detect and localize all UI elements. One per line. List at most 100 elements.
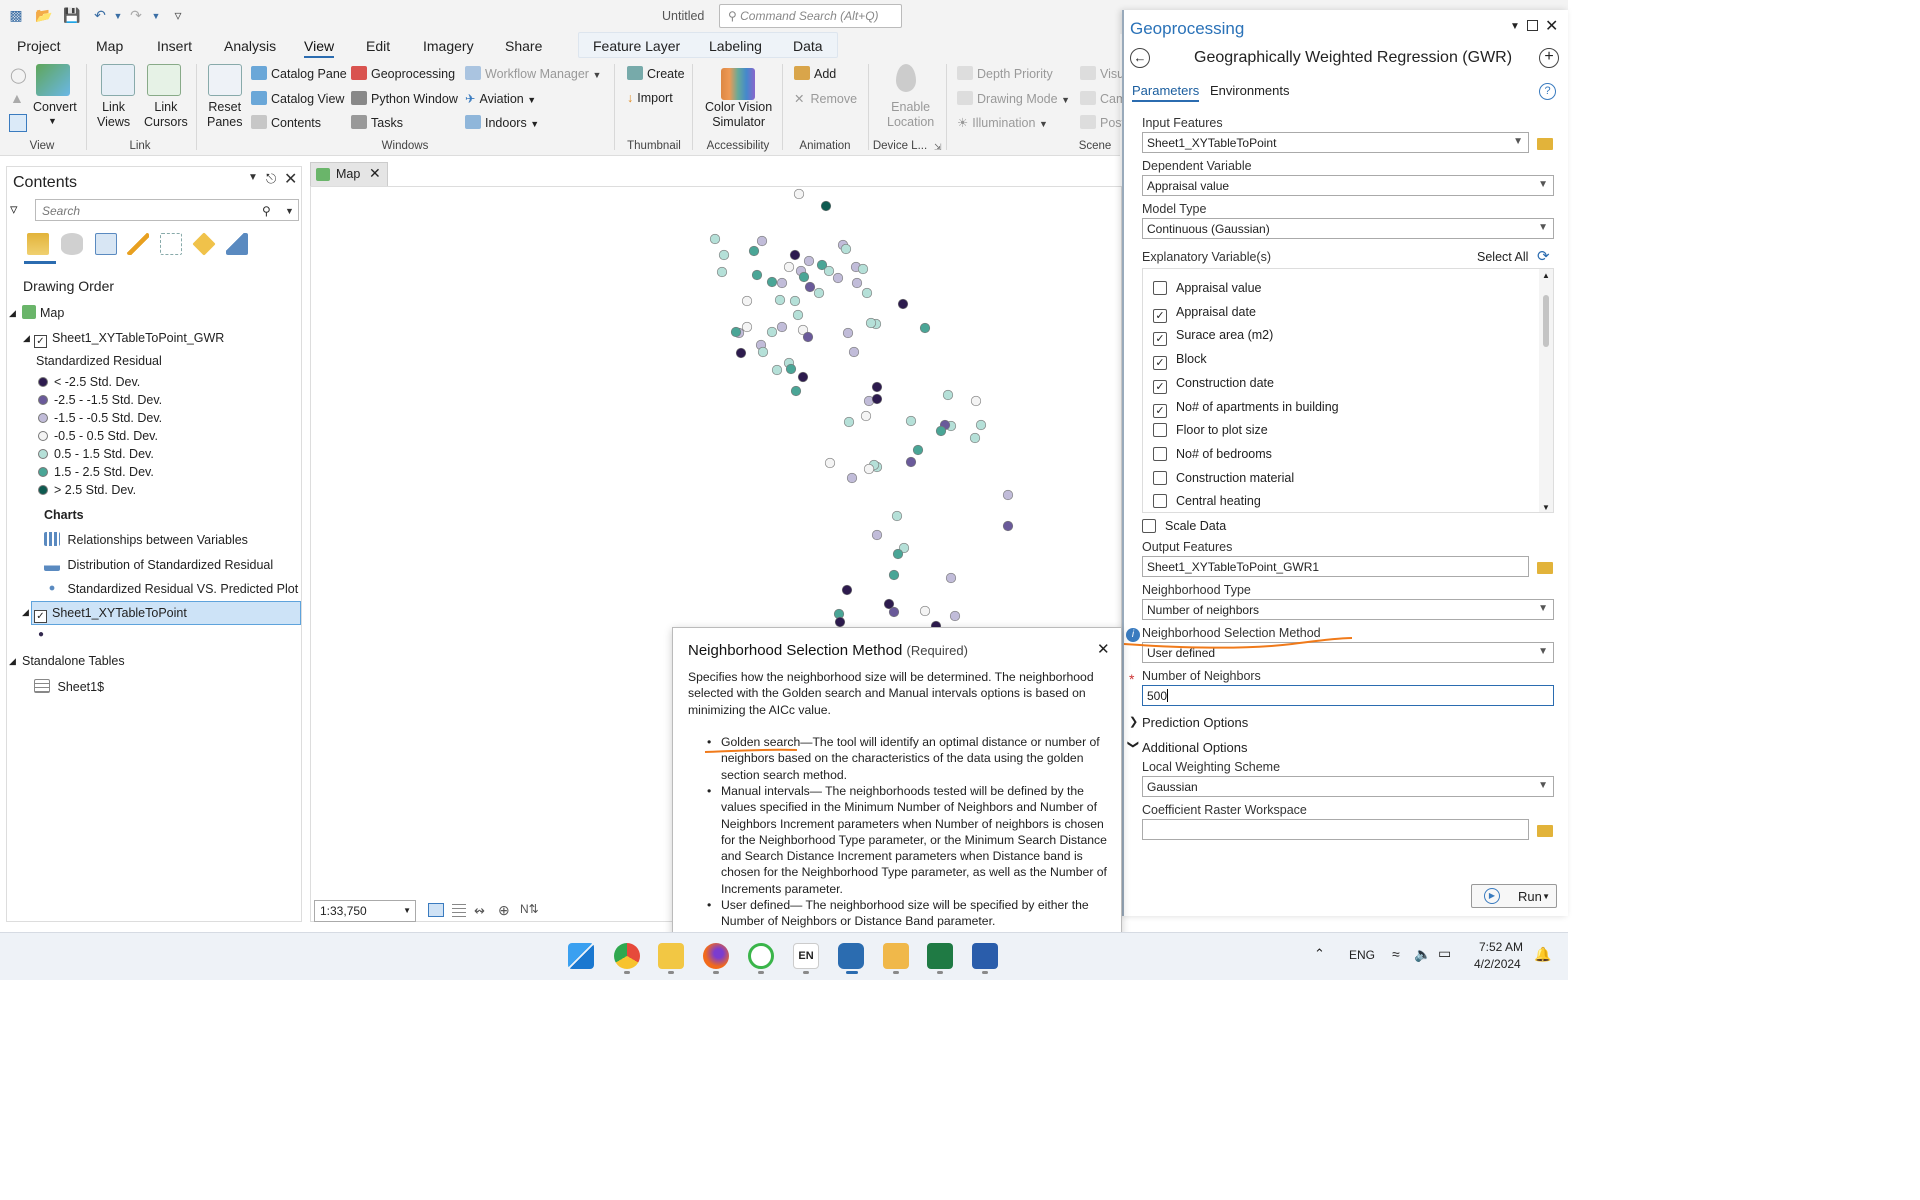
undo-icon[interactable]: ↶ [90,7,110,25]
tab-labeling[interactable]: Labeling [709,38,762,54]
wifi-icon[interactable]: ≈ [1392,946,1400,962]
contents-search-input[interactable]: Search ⚲ ▼ [35,199,299,221]
explanatory-variable-checkbox[interactable]: ✓ [1153,403,1167,418]
convert-dropdown-icon[interactable]: ▼ [48,116,57,126]
explanatory-variable-item[interactable]: No# of bedrooms [1153,446,1272,461]
close-icon[interactable]: ✕ [1545,16,1558,36]
explanatory-variable-item[interactable]: Floor to plot size [1153,423,1268,438]
link-cursors-icon[interactable] [147,64,181,96]
illumination-button[interactable]: ☀ Illumination ▼ [957,115,1048,130]
scale-selector[interactable]: 1:33,750 ▼ [314,900,416,922]
select-all-button[interactable]: Select All [1477,250,1528,264]
clock-time[interactable]: 7:52 AM [1479,940,1523,954]
refresh-icon[interactable]: ⟳ [1537,247,1550,265]
tab-feature-layer[interactable]: Feature Layer [593,38,680,54]
constraints-icon[interactable]: ↭ [474,903,485,919]
explanatory-variable-checkbox[interactable]: ✓ [1153,308,1167,323]
camera-button[interactable]: Cam [1080,91,1126,106]
redo-icon[interactable]: ↷ [126,7,146,25]
save-icon[interactable]: 💾 [62,7,82,25]
color-vision-simulator-button[interactable]: Color Vision Simulator [705,100,772,130]
map-view-icon[interactable] [9,114,27,132]
list-by-source-icon[interactable] [61,233,83,255]
convert-icon[interactable] [36,64,70,96]
legend-item[interactable]: 0.5 - 1.5 Std. Dev. [38,447,154,461]
explanatory-variable-checkbox[interactable] [1153,446,1167,461]
reset-panes-icon[interactable] [208,64,242,96]
tab-data[interactable]: Data [793,38,823,54]
collapse-additional-icon[interactable]: ❯ [1127,740,1140,749]
link-cursors-button[interactable]: Link Cursors [144,100,188,130]
dialog-launcher-icon[interactable]: ⇲ [934,142,942,153]
close-icon[interactable]: ✕ [284,169,297,189]
customize-toolbar-icon[interactable]: ▿ [168,7,188,25]
list-by-labeling-icon[interactable] [192,232,216,256]
explanatory-variable-item[interactable]: ✓ Block [1153,352,1207,371]
arcgis-pro-icon[interactable] [838,943,864,969]
layer-gwr[interactable]: ✓ Sheet1_XYTableToPoint_GWR [34,331,224,348]
battery-icon[interactable]: ▭ [1438,945,1451,962]
help-icon[interactable]: ? [1539,83,1556,100]
pane-options-icon[interactable]: ▼ [248,172,258,183]
workflow-manager-button[interactable]: Workflow Manager ▼ [465,66,601,81]
post-button[interactable]: Post [1080,115,1125,130]
browse-folder-icon[interactable] [1537,825,1553,837]
explanatory-variable-item[interactable]: ✓ Surace area (m2) [1153,328,1273,347]
dependent-variable-select[interactable]: Appraisal value ▼ [1142,175,1554,196]
grid-icon[interactable] [452,903,466,917]
tab-share[interactable]: Share [505,38,542,54]
reset-panes-button[interactable]: Reset Panes [207,100,242,130]
tab-imagery[interactable]: Imagery [423,38,474,54]
table-sheet1[interactable]: Sheet1$ [34,679,104,694]
tab-project[interactable]: Project [17,38,61,54]
neighborhood-type-select[interactable]: Number of neighbors ▼ [1142,599,1554,620]
language-app-icon[interactable]: EN [793,943,819,969]
explanatory-variable-item[interactable]: ✓ Appraisal date [1153,305,1256,323]
map-tab[interactable]: Map ✕ [310,162,388,186]
photos-icon[interactable] [883,943,909,969]
expand-tables-icon[interactable]: ◢ [9,656,16,667]
pane-options-icon[interactable]: ▼ [1510,21,1520,32]
explanatory-variable-checkbox[interactable]: ✓ [1153,332,1167,347]
tab-edit[interactable]: Edit [366,38,390,54]
scene-icon[interactable]: ▲ [10,90,24,106]
undo-dropdown-icon[interactable]: ▼ [108,11,128,29]
explanatory-variable-item[interactable]: Construction material [1153,470,1294,485]
link-views-icon[interactable] [101,64,135,96]
notifications-icon[interactable]: 🔔 [1534,946,1551,963]
visu-button[interactable]: Visu [1080,66,1124,81]
command-search-input[interactable]: ⚲ Command Search (Alt+Q) [719,4,902,28]
create-thumbnail-button[interactable]: Create [627,66,685,81]
add-to-favorites-icon[interactable]: + [1539,48,1559,68]
close-popup-icon[interactable]: ✕ [1097,640,1110,658]
list-by-selection-icon[interactable] [95,233,117,255]
tab-view[interactable]: View [304,38,335,58]
location-pin-icon[interactable] [896,64,916,92]
back-icon[interactable]: ← [1130,48,1150,68]
expand-layer-gwr-icon[interactable]: ◢ [23,333,30,344]
open-project-icon[interactable]: 📂 [34,7,54,25]
excel-icon[interactable] [927,943,953,969]
explanatory-variable-checkbox[interactable]: ✓ [1153,356,1167,371]
tasks-button[interactable]: Tasks [351,115,403,130]
legend-item[interactable]: -0.5 - 0.5 Std. Dev. [38,429,158,443]
contents-button[interactable]: Contents [251,115,321,130]
color-vision-icon[interactable] [721,68,755,100]
explanatory-variable-checkbox[interactable] [1153,494,1167,509]
layer-points-checkbox[interactable]: ✓ [34,610,47,623]
tab-parameters[interactable]: Parameters [1132,83,1200,102]
tab-map[interactable]: Map [96,38,123,54]
list-by-perspective-icon[interactable] [226,233,248,255]
list-by-drawing-order-icon[interactable] [27,233,49,255]
chart-distribution[interactable]: Distribution of Standardized Residual [44,557,273,572]
pin-icon[interactable]: ⎋ [266,171,276,187]
word-icon[interactable] [972,943,998,969]
close-map-tab-icon[interactable]: ✕ [369,165,381,182]
prediction-options-section[interactable]: Prediction Options [1142,715,1248,730]
input-language[interactable]: ENG [1349,948,1375,962]
output-features-field[interactable]: Sheet1_XYTableToPoint_GWR1 [1142,556,1529,577]
catalog-view-button[interactable]: Catalog View [251,91,344,106]
scale-dropdown-icon[interactable]: ▼ [403,906,411,915]
legend-item[interactable]: -2.5 - -1.5 Std. Dev. [38,393,162,407]
layer-gwr-checkbox[interactable]: ✓ [34,335,47,348]
